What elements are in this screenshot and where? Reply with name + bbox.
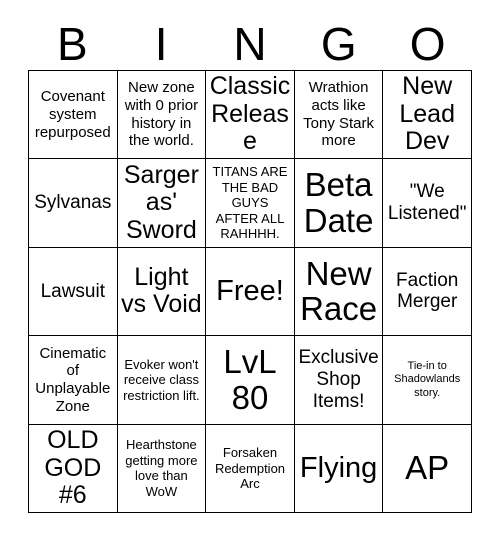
bingo-cell-label: Covenant system repurposed — [34, 88, 111, 141]
bingo-cell-r3-c5[interactable]: Faction Merger — [383, 247, 472, 337]
bingo-cell-r5-c4[interactable]: Flying — [294, 424, 384, 513]
bingo-cell-label: Cinematic of Unplayable Zone — [35, 344, 111, 415]
bingo-cell-r2-c5[interactable]: "We Listened" — [383, 159, 472, 248]
bingo-cell-label: Sylvanas — [34, 192, 112, 214]
bingo-cell-r3-c4[interactable]: New Race — [294, 247, 384, 337]
bingo-cell-r2-c3[interactable]: TITANS ARE THE BAD GUYS AFTER ALL RAHHHH… — [206, 159, 295, 248]
bingo-cell-r4-c3[interactable]: LvL 80 — [206, 336, 295, 425]
bingo-header-letter-n: N — [233, 18, 267, 70]
bingo-cell-r1-c5[interactable]: New Lead Dev — [383, 71, 472, 160]
bingo-cell-label: Sargeras' Sword — [123, 160, 199, 244]
bingo-cell-label: Light vs Void — [121, 262, 202, 319]
bingo-cell-label: Hearthstone getting more love than WoW — [125, 437, 198, 499]
bingo-cell-r5-c5[interactable]: AP — [383, 424, 472, 513]
bingo-cell-label: "We Listened" — [387, 181, 467, 225]
bingo-cell-label: Evoker won't receive class restriction l… — [123, 356, 200, 403]
bingo-cell-label: AP — [405, 449, 450, 487]
bingo-cell-r5-c2[interactable]: Hearthstone getting more love than WoW — [117, 424, 207, 513]
bingo-cell-label: OLD GOD #6 — [44, 426, 102, 510]
bingo-cell-r4-c2[interactable]: Evoker won't receive class restriction l… — [117, 336, 207, 425]
bingo-grid: Covenant system repurposed New zone with … — [28, 70, 472, 513]
bingo-cell-r2-c2[interactable]: Sargeras' Sword — [117, 159, 207, 248]
bingo-cell-r1-c4[interactable]: Wrathion acts like Tony Stark more — [294, 71, 384, 160]
bingo-cell-label: Free! — [216, 274, 284, 307]
bingo-cell-label: Tie-in to Shadowlands story. — [394, 359, 461, 399]
bingo-cell-r3-c2[interactable]: Light vs Void — [117, 247, 207, 337]
bingo-cell-label: TITANS ARE THE BAD GUYS AFTER ALL RAHHHH… — [212, 164, 288, 242]
bingo-cell-r1-c2[interactable]: New zone with 0 prior history in the wor… — [117, 71, 207, 160]
bingo-cell-label: Beta Date — [303, 166, 374, 240]
bingo-header: B I N G O — [28, 18, 472, 70]
bingo-cell-label: New zone with 0 prior history in the wor… — [124, 79, 199, 150]
bingo-cell-label: Faction Merger — [396, 269, 459, 313]
bingo-cell-label: LvL 80 — [223, 343, 277, 416]
bingo-cell-label: Forsaken Redemption Arc — [214, 444, 286, 492]
bingo-cell-label: Exclusive Shop Items! — [298, 347, 379, 412]
bingo-cell-r1-c3[interactable]: Classic Release — [206, 71, 295, 160]
bingo-cell-label: Lawsuit — [40, 280, 105, 302]
bingo-header-letter-b: B — [57, 18, 88, 70]
bingo-cell-r5-c1[interactable]: OLD GOD #6 — [29, 424, 118, 513]
bingo-card: B I N G O Covenant system repurposed New … — [0, 0, 500, 544]
bingo-cell-r2-c4[interactable]: Beta Date — [294, 159, 384, 248]
bingo-cell-r3-c3[interactable]: Free! — [206, 247, 295, 337]
bingo-cell-label: New Lead Dev — [399, 72, 455, 156]
bingo-cell-label: Flying — [299, 451, 378, 484]
bingo-cell-r4-c1[interactable]: Cinematic of Unplayable Zone — [29, 336, 118, 425]
bingo-cell-r5-c3[interactable]: Forsaken Redemption Arc — [206, 424, 295, 513]
bingo-cell-label: Wrathion acts like Tony Stark more — [303, 79, 375, 150]
bingo-cell-r4-c5[interactable]: Tie-in to Shadowlands story. — [383, 336, 472, 425]
bingo-header-letter-g: G — [320, 18, 357, 70]
bingo-cell-label: New Race — [300, 254, 378, 328]
bingo-cell-r1-c1[interactable]: Covenant system repurposed — [29, 71, 118, 160]
bingo-header-letter-i: I — [154, 18, 168, 70]
bingo-cell-r3-c1[interactable]: Lawsuit — [29, 247, 118, 337]
bingo-cell-r2-c1[interactable]: Sylvanas — [29, 159, 118, 248]
bingo-cell-label: Classic Release — [209, 72, 291, 156]
bingo-header-letter-o: O — [409, 18, 446, 70]
bingo-cell-r4-c4[interactable]: Exclusive Shop Items! — [294, 336, 384, 425]
